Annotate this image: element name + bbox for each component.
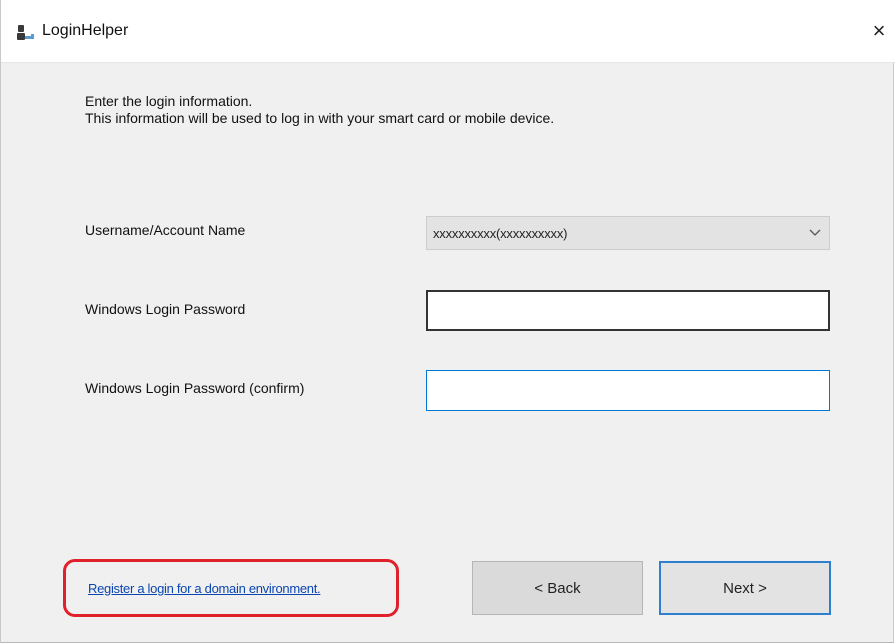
login-helper-window: LoginHelper × Enter the login informatio… — [0, 0, 895, 643]
window-title: LoginHelper — [42, 22, 129, 39]
password-input[interactable] — [426, 290, 830, 331]
next-button[interactable]: Next > — [659, 561, 831, 615]
username-select-value: xxxxxxxxxx(xxxxxxxxxx) — [433, 226, 568, 241]
instruction-line-1: Enter the login information. — [85, 93, 253, 109]
username-label: Username/Account Name — [85, 222, 246, 238]
instructions-text: Enter the login information. This inform… — [85, 93, 554, 127]
close-button[interactable]: × — [863, 14, 895, 48]
username-select[interactable]: xxxxxxxxxx(xxxxxxxxxx) — [426, 216, 830, 250]
title-bar[interactable]: LoginHelper × — [1, 0, 895, 63]
user-key-icon — [17, 25, 34, 40]
confirm-password-input[interactable] — [426, 370, 830, 411]
instruction-line-2: This information will be used to log in … — [85, 110, 555, 126]
password-label: Windows Login Password — [85, 301, 246, 317]
register-domain-login-link[interactable]: Register a login for a domain environmen… — [88, 581, 321, 596]
confirm-password-label: Windows Login Password (confirm) — [85, 380, 305, 396]
close-icon: × — [872, 18, 886, 43]
back-button[interactable]: < Back — [472, 561, 643, 615]
chevron-down-icon — [809, 229, 821, 236]
